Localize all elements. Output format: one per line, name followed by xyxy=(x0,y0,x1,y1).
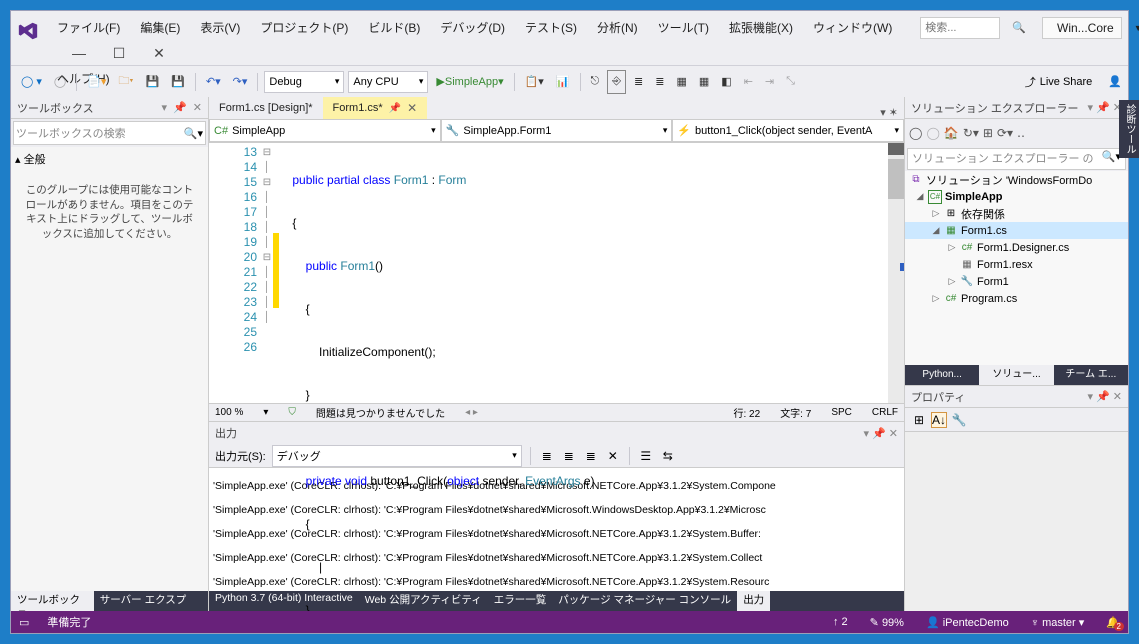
indent-button[interactable]: ≣ xyxy=(651,70,668,94)
undo-button[interactable]: ↶▾ xyxy=(202,70,225,94)
se-showall-icon[interactable]: ⊞ xyxy=(983,126,993,140)
main-toolbar: ◯ ▾ ◯ 📄▾ 🗀▾ 💾 💾 ↶▾ ↷▾ Debug▾ Any CPU▾ ▶ … xyxy=(11,65,1128,97)
line-numbers: 1314151617181920212223242526 xyxy=(209,143,261,403)
toolbox-pin-icon[interactable]: 📌 xyxy=(173,101,187,114)
toolbox-close-icon[interactable]: ✕ xyxy=(193,101,202,114)
menu-extensions[interactable]: 拡張機能(X) xyxy=(719,15,803,40)
profiler-button[interactable]: 📊 xyxy=(552,70,574,94)
save-all-button[interactable]: 💾 xyxy=(167,70,189,94)
se-collapse-icon[interactable]: ‥ xyxy=(1017,126,1025,140)
se-back-icon[interactable]: ◯ xyxy=(909,126,922,140)
tab-toolbox[interactable]: ツールボックス xyxy=(11,591,94,611)
menu-test[interactable]: テスト(S) xyxy=(515,15,587,40)
menu-analyze[interactable]: 分析(N) xyxy=(587,15,648,40)
se-home-icon[interactable]: 🏠 xyxy=(944,126,959,140)
tab-form-design[interactable]: Form1.cs [Design]* xyxy=(209,97,323,119)
code-text[interactable]: public partial class Form1 : Form { publ… xyxy=(279,143,904,403)
se-tab-solution[interactable]: ソリュー... xyxy=(979,365,1053,385)
search-icon: 🔍▾ xyxy=(184,127,203,140)
status-user[interactable]: 👤 iPentecDemo xyxy=(926,616,1009,629)
step-into-button[interactable]: ≣ xyxy=(630,70,647,94)
fold-gutter[interactable]: ⊟│⊟││││⊟││││ xyxy=(261,143,273,403)
se-fwd-icon[interactable]: ◯ xyxy=(926,126,939,140)
attach-process-button[interactable]: 📋▾ xyxy=(521,70,548,94)
solution-tree[interactable]: ⧉ソリューション 'WindowsFormDo ◢C#SimpleApp ▷⊞依… xyxy=(905,171,1128,365)
close-button[interactable]: ✕ xyxy=(139,40,179,66)
start-button[interactable]: ▶ SimpleApp ▾ xyxy=(432,70,507,94)
step-over-button[interactable]: ⎆ xyxy=(607,70,626,94)
menu-window[interactable]: ウィンドウ(W) xyxy=(803,15,902,40)
props-sort-icon[interactable]: A↓ xyxy=(931,412,947,428)
step-out-button[interactable]: ⎋ xyxy=(587,70,604,94)
vs-logo-icon xyxy=(17,19,47,43)
se-tab-team[interactable]: チーム エ... xyxy=(1054,365,1128,385)
redo-button[interactable]: ↷▾ xyxy=(229,70,252,94)
comment-button[interactable]: ▦ xyxy=(672,70,690,94)
se-tab-python[interactable]: Python... xyxy=(905,365,979,385)
solution-explorer-header: ソリューション エクスプローラー ▾ 📌 ✕ xyxy=(905,97,1128,119)
properties-header: プロパティ ▾ 📌 ✕ xyxy=(905,386,1128,408)
nav-member-combo[interactable]: ⚡button1_Click(object sender, EventA▾ xyxy=(672,119,904,142)
window-title: Win...Core▼ xyxy=(1042,17,1122,39)
menu-file[interactable]: ファイル(F) xyxy=(47,15,130,40)
open-button[interactable]: 🗀▾ xyxy=(114,70,137,94)
output-source-label: 出力元(S): xyxy=(215,448,266,464)
save-button[interactable]: 💾 xyxy=(142,70,164,94)
menu-build[interactable]: ビルド(B) xyxy=(358,15,430,40)
toolbox-empty-text: このグループには使用可能なコントロールがありません。項目をこのテキスト上にドラッ… xyxy=(15,167,204,258)
btn-a: ⇤ xyxy=(740,70,757,94)
search-input[interactable] xyxy=(920,17,1000,39)
properties-grid[interactable] xyxy=(905,432,1128,611)
status-ready-icon: ▭ xyxy=(19,616,29,629)
live-share-label[interactable]: Live Share xyxy=(1040,76,1093,88)
minimize-button[interactable]: — xyxy=(59,40,99,66)
maximize-button[interactable]: ☐ xyxy=(99,40,139,66)
se-refresh-icon[interactable]: ⟳▾ xyxy=(997,126,1013,140)
status-bar: ▭ 準備完了 ↑ 2 ✎ 99% 👤 iPentecDemo ♆ master … xyxy=(11,611,1128,633)
code-editor[interactable]: 1314151617181920212223242526 ⊟│⊟││││⊟│││… xyxy=(209,143,904,403)
btn-b: ⇥ xyxy=(761,70,778,94)
account-icon[interactable]: 👤 xyxy=(1108,75,1122,88)
uncomment-button[interactable]: ▦ xyxy=(695,70,713,94)
toolbox-dropdown-icon[interactable]: ▾ xyxy=(162,101,168,114)
status-ready-text: 準備完了 xyxy=(47,614,91,630)
platform-combo[interactable]: Any CPU▾ xyxy=(348,71,428,93)
status-source-control[interactable]: ↑ 2 xyxy=(833,616,848,628)
diagnostics-tab[interactable]: 診断ツール xyxy=(1119,100,1139,158)
status-notifications-icon[interactable]: 🔔2 xyxy=(1106,616,1120,629)
tabs-overflow-dropdown[interactable]: ▾ ✶ xyxy=(874,106,904,119)
se-sync-icon[interactable]: ↻▾ xyxy=(963,126,979,140)
menu-project[interactable]: プロジェクト(P) xyxy=(250,15,358,40)
menu-tools[interactable]: ツール(T) xyxy=(648,15,719,40)
navigate-back-button[interactable]: ◯ ▾ xyxy=(17,70,46,94)
solution-explorer-toolbar: ◯ ◯ 🏠 ↻▾ ⊞ ⟳▾ ‥ xyxy=(905,119,1128,147)
status-branch[interactable]: ♆ master ▾ xyxy=(1031,616,1085,629)
editor-scrollbar[interactable] xyxy=(888,143,904,403)
status-changes[interactable]: ✎ 99% xyxy=(870,616,904,629)
tab-server-explorer[interactable]: サーバー エクスプロ... xyxy=(94,591,208,611)
menu-edit[interactable]: 編集(E) xyxy=(130,15,190,40)
bookmark-button[interactable]: ◧ xyxy=(717,70,735,94)
btn-c: ⤡ xyxy=(782,70,799,94)
nav-project-combo[interactable]: C#SimpleApp▾ xyxy=(209,119,441,142)
new-project-button[interactable]: 📄▾ xyxy=(83,70,110,94)
pin-icon[interactable]: 📌 xyxy=(389,103,401,114)
toolbox-search[interactable]: ツールボックスの検索 🔍▾ xyxy=(13,121,206,145)
nav-class-combo[interactable]: 🔧SimpleApp.Form1▾ xyxy=(441,119,673,142)
toolbox-general-group[interactable]: ▴ 全般 xyxy=(15,151,204,167)
menu-debug[interactable]: デバッグ(D) xyxy=(430,15,515,40)
properties-toolbar: ⊞ A↓ 🔧 xyxy=(905,408,1128,432)
live-share-icon[interactable]: ⤴ xyxy=(1025,74,1036,90)
config-combo[interactable]: Debug▾ xyxy=(264,71,344,93)
zoom-level[interactable]: 100 % xyxy=(215,407,243,418)
props-events-icon[interactable]: 🔧 xyxy=(951,412,967,428)
props-category-icon[interactable]: ⊞ xyxy=(911,412,927,428)
solution-explorer-search[interactable]: ソリューション エクスプローラー の🔍▾ xyxy=(907,148,1126,170)
toolbox-header: ツールボックス ▾📌✕ xyxy=(11,97,208,119)
search-icon[interactable]: 🔍 xyxy=(1002,17,1036,38)
navigate-forward-button: ◯ xyxy=(50,70,70,94)
menu-view[interactable]: 表示(V) xyxy=(190,15,250,40)
tab-form-code[interactable]: Form1.cs*📌✕ xyxy=(323,97,428,119)
close-icon[interactable]: ✕ xyxy=(407,101,417,115)
